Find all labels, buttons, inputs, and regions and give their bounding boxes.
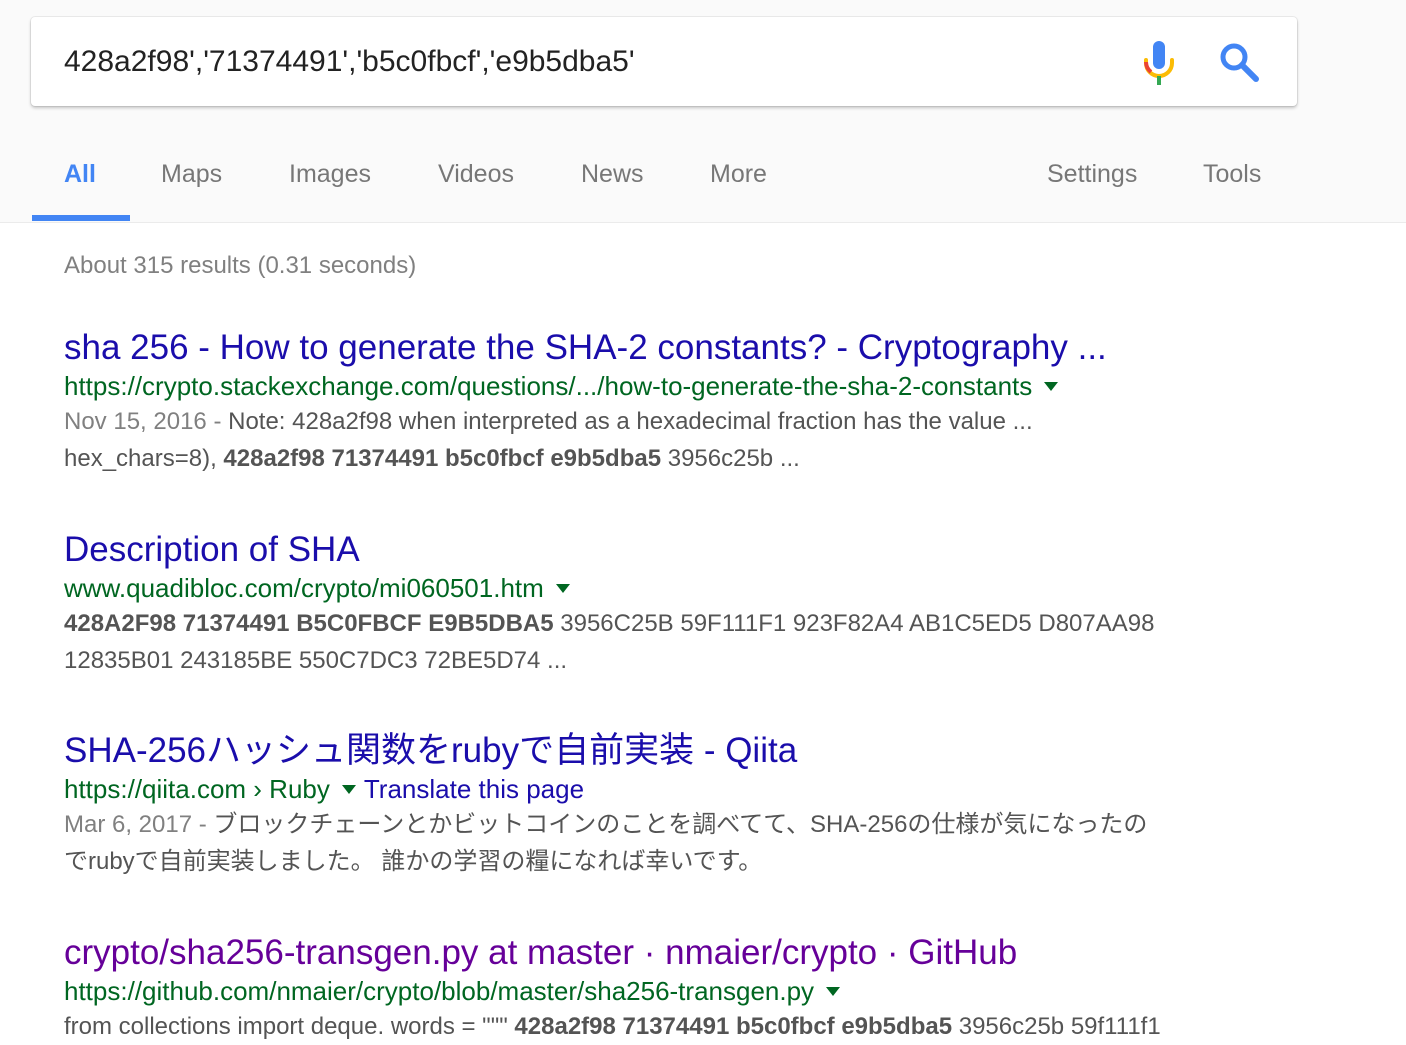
tab-videos[interactable]: Videos [438,160,514,189]
snippet-text: hex_chars=8), [64,445,224,472]
search-result: SHA-256ハッシュ関数をrubyで自前実装 - Qiita https://… [64,731,1364,880]
snippet-highlight: 428A2F98 71374491 B5C0FBCF E9B5DBA5 [64,610,554,637]
result-title[interactable]: Description of SHA [64,530,1364,570]
search-result: crypto/sha256-transgen.py at master · nm… [64,933,1364,1045]
url-dropdown-icon[interactable] [1044,381,1059,391]
translate-link[interactable]: Translate this page [364,774,584,804]
header: All Maps Images Videos News More Setting… [0,0,1406,223]
url-dropdown-icon[interactable] [341,784,356,794]
result-snippet: Mar 6, 2017 - ブロックチェーンとかビットコインのことを調べてて、S… [64,806,1364,843]
url-dropdown-icon[interactable] [555,583,570,593]
result-stats: About 315 results (0.31 seconds) [64,252,417,279]
result-date: Mar 6, 2017 - [64,811,214,838]
search-result: sha 256 - How to generate the SHA-2 cons… [64,328,1364,477]
snippet-highlight: 428a2f98 71374491 b5c0fbcf e9b5dba5 [514,1013,953,1040]
result-url[interactable]: https://crypto.stackexchange.com/questio… [64,371,1032,401]
snippet-text: 3956C25B 59F111F1 923F82A4 AB1C5ED5 D807… [553,610,1155,637]
tab-more[interactable]: More [710,160,767,189]
tab-images[interactable]: Images [289,160,371,189]
mic-icon[interactable] [1141,40,1177,86]
result-date: Nov 15, 2016 - [64,408,229,435]
result-snippet: 428A2F98 71374491 B5C0FBCF E9B5DBA5 3956… [64,605,1364,642]
snippet-text: でrubyで自前実装しました。 誰かの学習の糧になれば幸いです。 [64,848,763,875]
search-icon[interactable] [1219,42,1259,82]
snippet-highlight: 428a2f98 71374491 b5c0fbcf e9b5dba5 [223,445,662,472]
url-dropdown-icon[interactable] [826,986,841,996]
result-url[interactable]: https://github.com/nmaier/crypto/blob/ma… [64,976,814,1006]
result-snippet: hex_chars=8), 428a2f98 71374491 b5c0fbcf… [64,440,1364,477]
result-title[interactable]: sha 256 - How to generate the SHA-2 cons… [64,328,1364,368]
result-snippet: Nov 15, 2016 - Note: 428a2f98 when inter… [64,403,1364,440]
snippet-text: ブロックチェーンとかビットコインのことを調べてて、SHA-256の仕様が気になっ… [213,811,1148,838]
search-result: Description of SHA www.quadibloc.com/cry… [64,530,1364,679]
result-title[interactable]: crypto/sha256-transgen.py at master · nm… [64,933,1364,973]
snippet-text: 12835B01 243185BE 550C7DC3 72BE5D74 ... [64,647,568,674]
result-url[interactable]: www.quadibloc.com/crypto/mi060501.htm [64,573,544,603]
tab-tools[interactable]: Tools [1203,160,1261,189]
search-box[interactable] [31,17,1297,106]
snippet-text: Note: 428a2f98 when interpreted as a hex… [228,408,1033,435]
result-url[interactable]: https://qiita.com › Ruby [64,774,330,804]
snippet-text: from collections import deque. words = "… [64,1013,515,1040]
result-snippet: でrubyで自前実装しました。 誰かの学習の糧になれば幸いです。 [64,843,1364,880]
active-tab-indicator [32,215,130,221]
snippet-text: 3956c25b ... [661,445,800,472]
tab-news[interactable]: News [581,160,644,189]
result-snippet: from collections import deque. words = "… [64,1008,1364,1045]
result-url-line: www.quadibloc.com/crypto/mi060501.htm [64,571,1364,605]
tab-maps[interactable]: Maps [161,160,222,189]
search-input[interactable] [64,42,1114,82]
result-url-line: https://qiita.com › Ruby Translate this p… [64,772,1364,806]
result-title[interactable]: SHA-256ハッシュ関数をrubyで自前実装 - Qiita [64,731,1364,771]
result-url-line: https://crypto.stackexchange.com/questio… [64,369,1364,403]
snippet-text: 3956c25b 59f111f1 [952,1013,1161,1040]
tab-all[interactable]: All [64,160,96,189]
tab-settings[interactable]: Settings [1047,160,1137,189]
result-url-line: https://github.com/nmaier/crypto/blob/ma… [64,974,1364,1008]
result-snippet: 12835B01 243185BE 550C7DC3 72BE5D74 ... [64,642,1364,679]
search-tabs: All Maps Images Videos News More Setting… [0,140,1406,223]
